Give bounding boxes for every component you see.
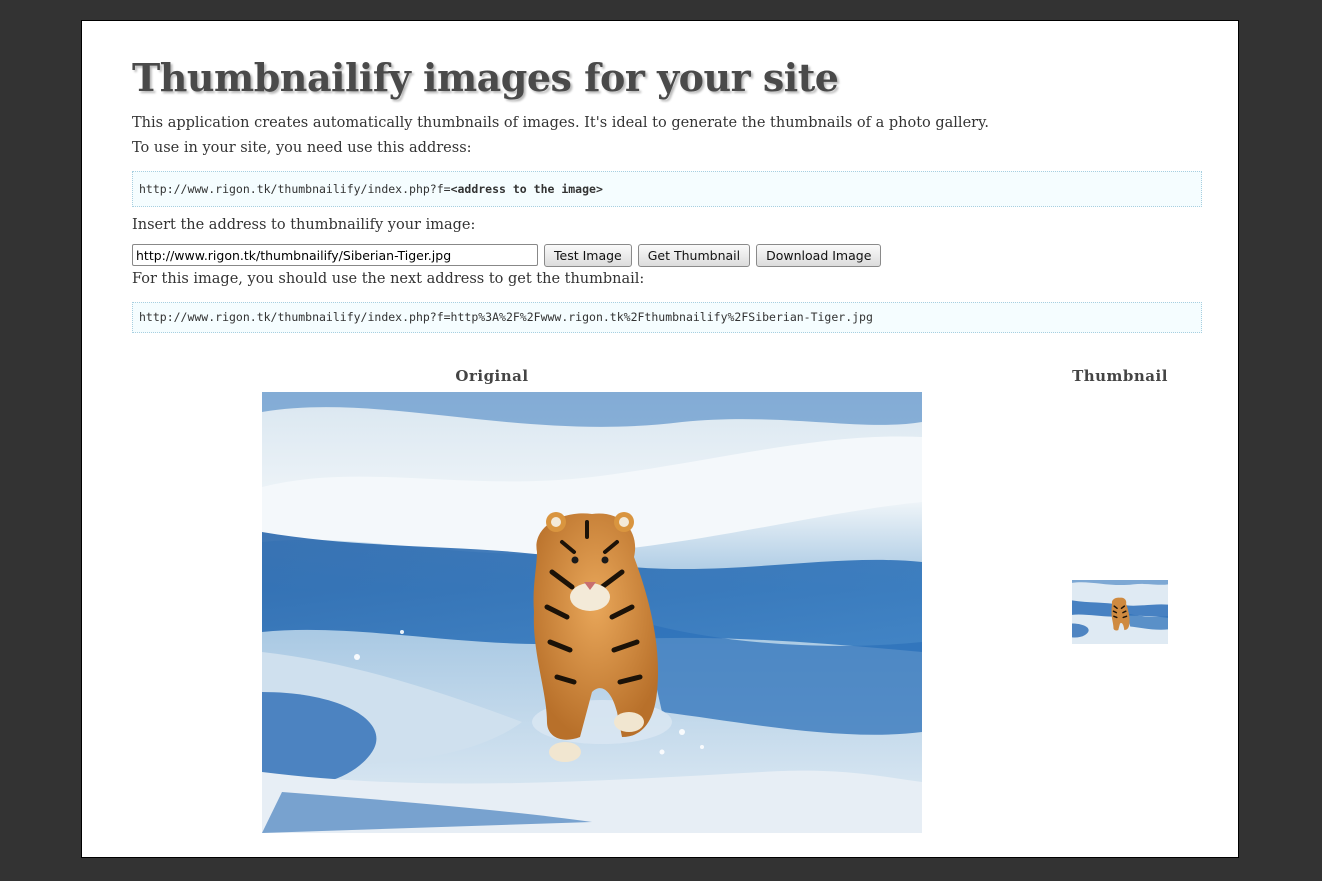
result-label: For this image, you should use the next …	[132, 271, 645, 287]
thumbnail-image	[1072, 580, 1168, 644]
test-image-button[interactable]: Test Image	[544, 243, 632, 267]
thumbnail-heading: Thumbnail	[1072, 367, 1168, 385]
original-image	[262, 392, 922, 833]
usage-url-prefix: http://www.rigon.tk/thumbnailify/index.p…	[139, 182, 451, 196]
url-form: Test Image Get Thumbnail Download Image	[132, 243, 882, 267]
insert-label: Insert the address to thumbnailify your …	[132, 217, 476, 233]
thumbnail-url-box: http://www.rigon.tk/thumbnailify/index.p…	[132, 302, 1202, 333]
download-image-button[interactable]: Download Image	[756, 243, 882, 267]
usage-url-box: http://www.rigon.tk/thumbnailify/index.p…	[132, 171, 1202, 207]
page-container: Thumbnailify images for your site This a…	[81, 20, 1239, 858]
original-heading: Original	[455, 367, 529, 385]
usage-label: To use in your site, you need use this a…	[132, 140, 472, 156]
page-title: Thumbnailify images for your site	[132, 55, 839, 100]
usage-url-placeholder: <address to the image>	[450, 182, 603, 196]
app-description: This application creates automatically t…	[132, 115, 989, 131]
get-thumbnail-button[interactable]: Get Thumbnail	[637, 243, 751, 267]
image-url-input[interactable]	[132, 244, 538, 266]
